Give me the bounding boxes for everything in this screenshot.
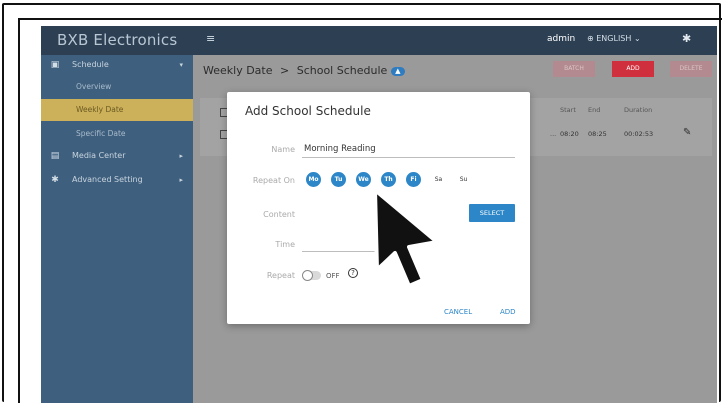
sidebar: BXB Electronics ▣ Schedule ▾ Overview We… (41, 26, 193, 403)
cell-end: 08:25 (588, 130, 607, 138)
brand-logo[interactable]: BXB Electronics (41, 26, 193, 55)
column-header-duration: Duration (624, 106, 653, 114)
user-name[interactable]: admin (547, 34, 575, 44)
gear-icon: ✱ (51, 175, 59, 185)
repeat-label: Repeat (266, 271, 295, 280)
media-icon: ▤ (50, 151, 60, 161)
language-label: ENGLISH (596, 34, 632, 43)
name-input[interactable]: Morning Reading (304, 144, 376, 154)
sidebar-item-schedule[interactable]: ▣ Schedule ▾ (41, 55, 193, 75)
truncated-cell: ... (550, 130, 557, 138)
day-toggle-th[interactable]: Th (381, 172, 396, 187)
day-toggle-fi[interactable]: Fi (406, 172, 421, 187)
breadcrumb-current: School Schedule (296, 64, 388, 77)
hamburger-icon[interactable]: ≡ (206, 32, 215, 45)
toggle-knob (302, 270, 313, 281)
day-toggle-tu[interactable]: Tu (331, 172, 346, 187)
globe-icon: ⊕ (587, 34, 594, 43)
day-toggle-sa[interactable]: Sa (431, 172, 446, 187)
name-label: Name (271, 145, 295, 154)
delete-button[interactable]: DELETE (670, 61, 712, 77)
edit-pencil-icon[interactable]: ✎ (683, 127, 691, 138)
add-button[interactable]: ADD (612, 61, 654, 77)
sidebar-subitem-specific-date[interactable]: Specific Date (41, 123, 193, 145)
breadcrumb-separator: > (280, 64, 290, 77)
column-header-end: End (588, 106, 601, 114)
repeat-on-label: Repeat On (252, 176, 295, 185)
name-underline (302, 157, 515, 158)
day-toggle-we[interactable]: We (356, 172, 371, 187)
calendar-icon: ▣ (50, 60, 60, 70)
content-label: Content (263, 210, 295, 219)
upload-icon[interactable]: ▲ (390, 66, 405, 76)
sidebar-subitem-overview[interactable]: Overview (41, 76, 193, 98)
breadcrumb-parent[interactable]: Weekly Date (203, 64, 273, 77)
chevron-down-icon: ⌄ (633, 34, 641, 43)
top-bar: ≡ admin ⊕ ENGLISH ⌄ ✱ (193, 26, 717, 55)
time-label: Time (275, 240, 295, 249)
sidebar-item-label: Schedule (72, 60, 109, 69)
caret-right-icon: ▸ (179, 176, 183, 184)
batch-button[interactable]: BATCH (553, 61, 595, 77)
cancel-button[interactable]: CANCEL (444, 308, 472, 316)
sidebar-subitem-weekly-date[interactable]: Weekly Date (41, 99, 193, 121)
dialog-add-button[interactable]: ADD (500, 308, 516, 316)
repeat-toggle[interactable] (302, 270, 321, 281)
caret-right-icon: ▸ (179, 152, 183, 160)
sidebar-item-advanced-setting[interactable]: ✱ Advanced Setting ▸ (41, 170, 193, 190)
sidebar-item-label: Media Center (72, 151, 126, 160)
help-icon[interactable]: ? (348, 268, 358, 278)
cursor-arrow-icon (373, 188, 439, 288)
dialog-title: Add School Schedule (245, 104, 371, 118)
sidebar-item-media-center[interactable]: ▤ Media Center ▸ (41, 146, 193, 166)
gear-icon[interactable]: ✱ (682, 32, 691, 45)
day-toggle-su[interactable]: Su (456, 172, 471, 187)
breadcrumb: Weekly Date > School Schedule ▲ (203, 64, 405, 77)
cell-start: 08:20 (560, 130, 579, 138)
sidebar-item-label: Advanced Setting (72, 175, 143, 184)
caret-down-icon: ▾ (179, 61, 183, 69)
cell-duration: 00:02:53 (624, 130, 654, 138)
column-header-start: Start (560, 106, 576, 114)
day-toggle-mo[interactable]: Mo (306, 172, 321, 187)
language-selector[interactable]: ⊕ ENGLISH ⌄ (587, 34, 641, 43)
select-content-button[interactable]: SELECT (469, 204, 515, 222)
window-frame: BXB Electronics ▣ Schedule ▾ Overview We… (0, 0, 722, 403)
repeat-state: OFF (326, 272, 340, 280)
